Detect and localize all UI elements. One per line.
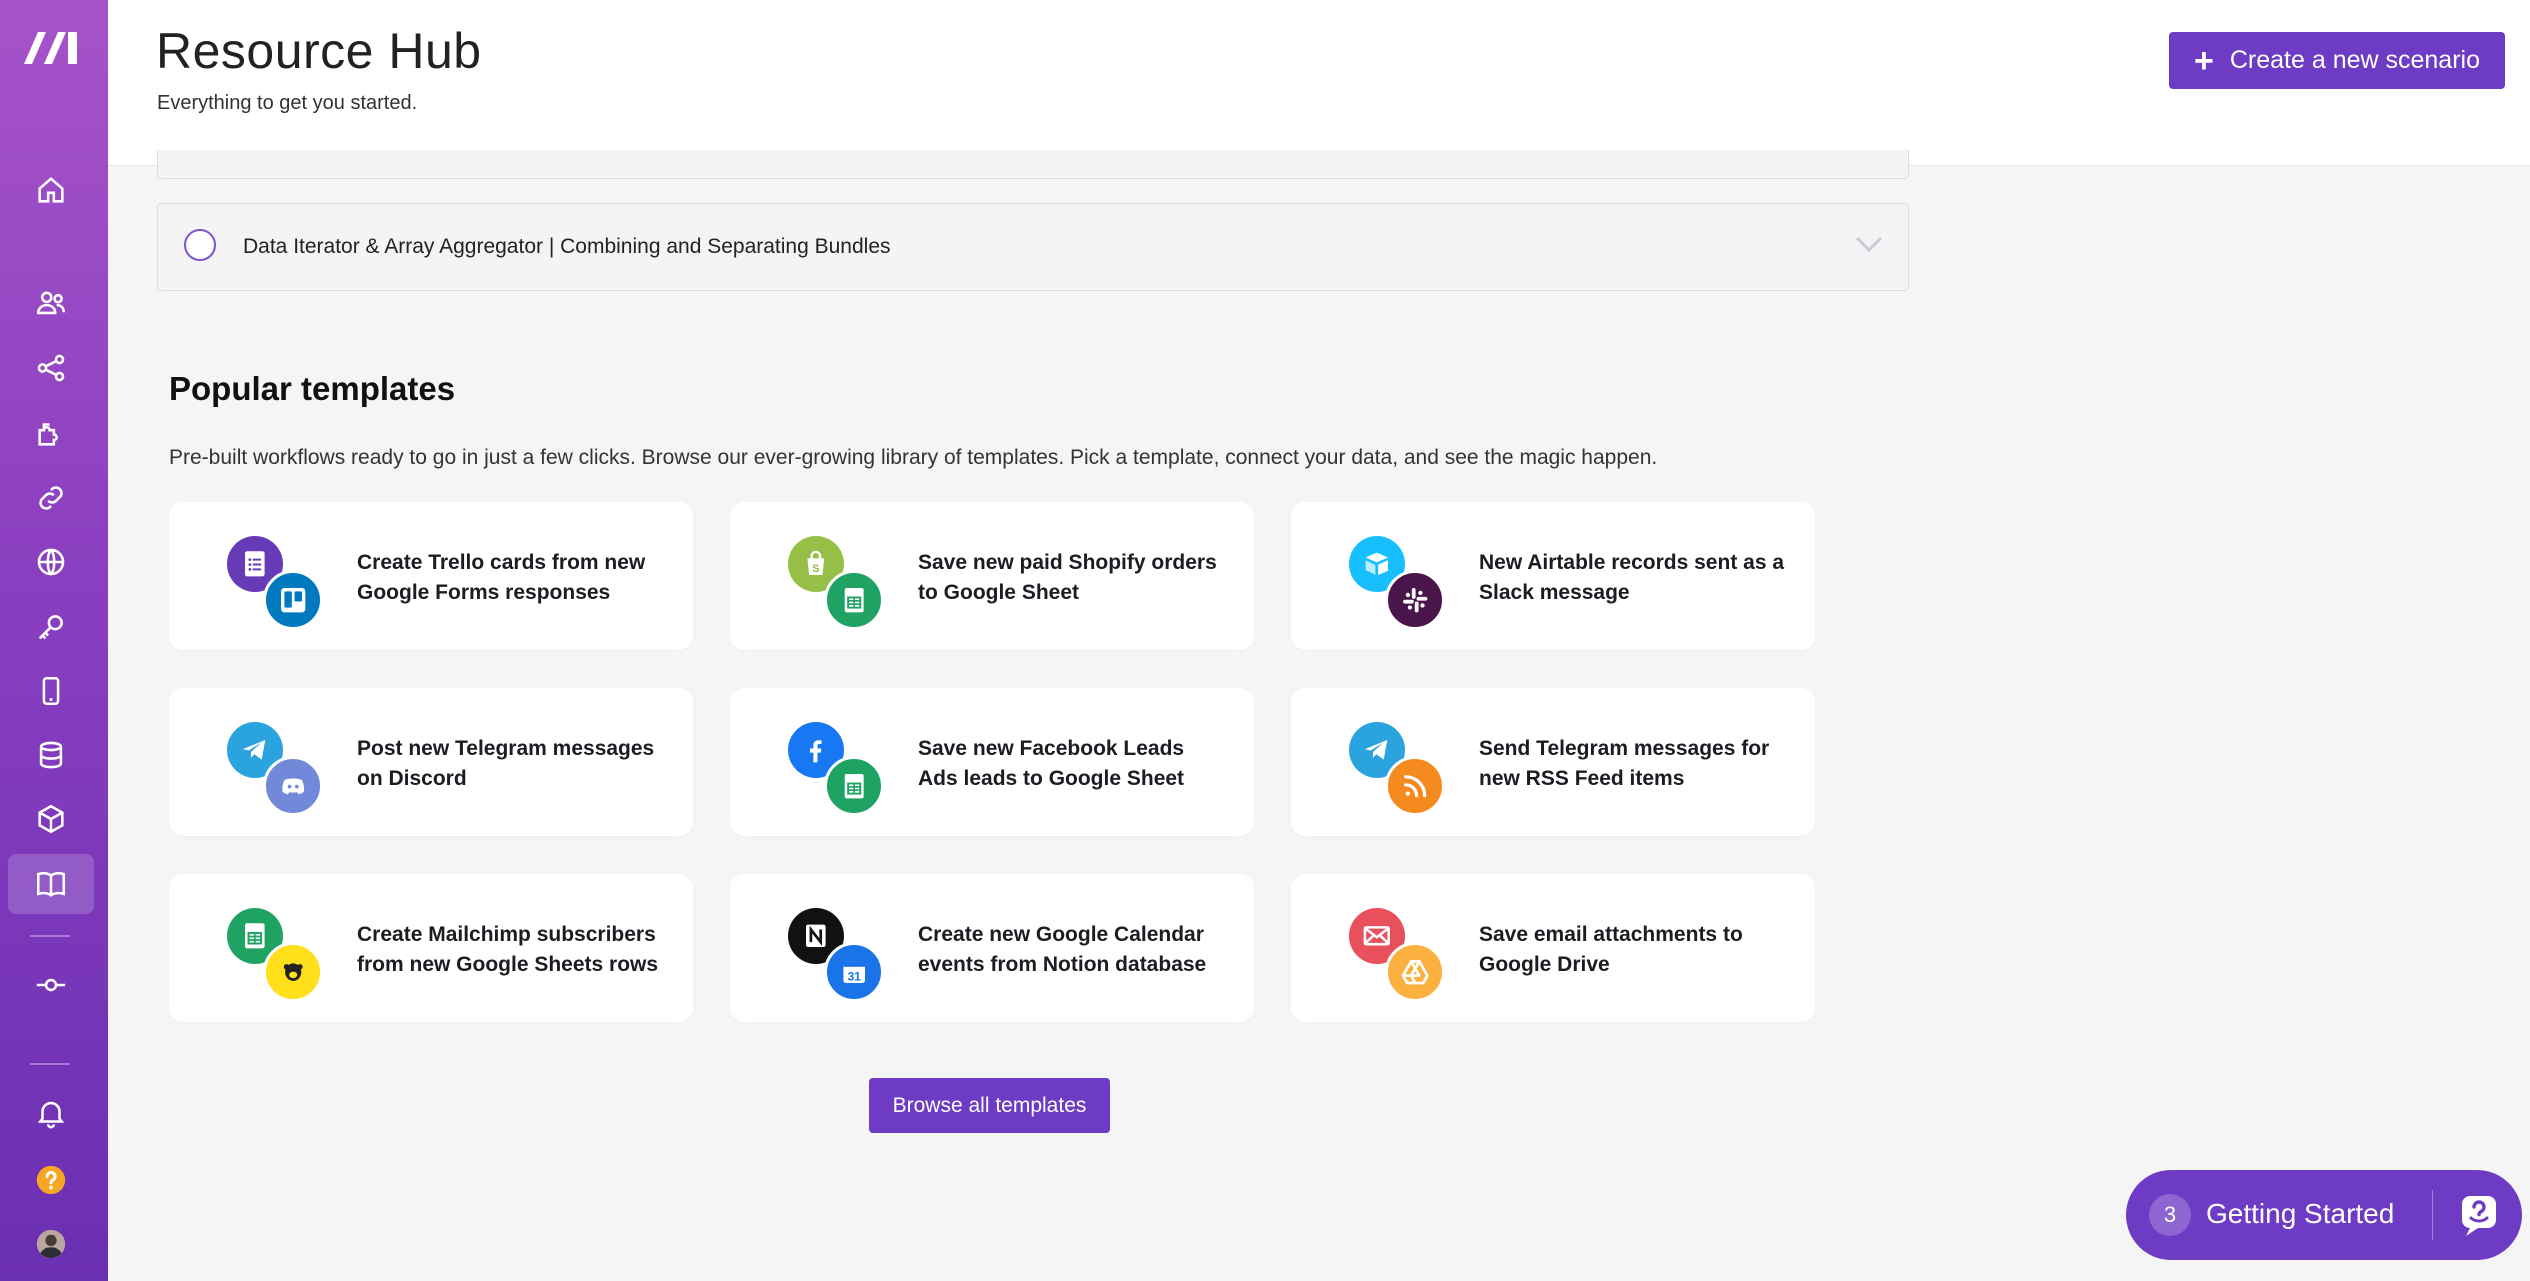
sidebar-item-scenarios[interactable]: [8, 338, 94, 398]
puzzle-icon: [38, 423, 58, 446]
sidebar-item-resource-hub[interactable]: [8, 854, 94, 914]
svg-text:31: 31: [847, 969, 861, 983]
share-icon: [37, 354, 65, 382]
commit-icon: [36, 978, 66, 992]
link-icon: [39, 486, 63, 510]
sidebar-item-team[interactable]: [8, 273, 94, 333]
getting-started-widget[interactable]: 3 Getting Started: [2126, 1170, 2522, 1260]
template-app-icons: [1349, 536, 1449, 630]
sidebar-item-keys[interactable]: [8, 597, 94, 657]
mobile-icon: [42, 676, 60, 706]
cube-icon: [38, 804, 64, 834]
template-card[interactable]: Save email attachments to Google Drive: [1291, 874, 1815, 1022]
template-app-icons: [227, 536, 327, 630]
getting-started-label: Getting Started: [2206, 1198, 2395, 1229]
template-app-icons: [1349, 908, 1449, 1002]
accordion-item[interactable]: Data Iterator & Array Aggregator | Combi…: [157, 203, 1909, 291]
sidebar-item-devices[interactable]: [8, 661, 94, 721]
bell-icon: [37, 1101, 65, 1129]
page-title: Resource Hub: [156, 23, 482, 79]
template-card[interactable]: New Airtable records sent as a Slack mes…: [1291, 502, 1815, 650]
completion-circle-icon[interactable]: [184, 229, 216, 261]
accordion-item-previous[interactable]: [157, 150, 1909, 179]
getting-started-count-badge: 3: [2149, 1194, 2191, 1236]
page-header: Resource Hub Everything to get you start…: [108, 0, 2530, 166]
sidebar-divider: [30, 1063, 70, 1065]
sidebar-item-data-stores[interactable]: [8, 725, 94, 785]
sidebar-item-webhooks[interactable]: [8, 532, 94, 592]
google-sheets-icon: [824, 570, 884, 630]
home-icon: [38, 176, 64, 203]
section-title: Popular templates: [169, 370, 456, 407]
template-card[interactable]: 31 Create new Google Calendar events fro…: [730, 874, 1254, 1022]
sidebar-item-apps[interactable]: [8, 403, 94, 463]
chat-help-icon[interactable]: [2454, 1190, 2504, 1240]
key-icon: [38, 615, 63, 640]
google-drive-icon: [1385, 942, 1445, 1002]
page-subtitle: Everything to get you started.: [157, 92, 418, 114]
discord-icon: [263, 756, 323, 816]
sidebar: [0, 0, 108, 1281]
browse-all-templates-button[interactable]: Browse all templates: [869, 1078, 1110, 1133]
template-card-label: Create new Google Calendar events from N…: [918, 923, 1207, 976]
template-app-icons: 31: [788, 908, 888, 1002]
template-card-label: Save email attachments to Google Drive: [1479, 923, 1743, 976]
template-app-icons: S: [788, 536, 888, 630]
template-card-label: Create Mailchimp subscribers from new Go…: [357, 923, 659, 976]
book-icon: [36, 871, 66, 897]
team-icon: [36, 291, 66, 315]
sidebar-item-flow[interactable]: [8, 955, 94, 1015]
globe-icon: [37, 548, 65, 576]
sidebar-item-help[interactable]: [8, 1150, 94, 1210]
template-card-label: New Airtable records sent as a Slack mes…: [1479, 551, 1785, 604]
make-logo[interactable]: [22, 26, 86, 66]
template-app-icons: [227, 908, 327, 1002]
google-calendar-icon: 31: [824, 942, 884, 1002]
svg-text:S: S: [812, 563, 820, 575]
template-app-icons: [227, 722, 327, 816]
create-scenario-label: Create a new scenario: [2229, 46, 2480, 74]
template-card[interactable]: Save new Facebook Leads Ads leads to Goo…: [730, 688, 1254, 836]
mailchimp-icon: [263, 942, 323, 1002]
plus-icon: +: [2194, 41, 2214, 80]
chevron-down-icon[interactable]: [1852, 232, 1886, 256]
template-card-label: Create Trello cards from new Google Form…: [357, 551, 646, 604]
accordion-item-label: Data Iterator & Array Aggregator | Combi…: [243, 235, 891, 258]
database-icon: [39, 741, 63, 769]
google-sheets-icon: [824, 756, 884, 816]
template-app-icons: [788, 722, 888, 816]
slack-icon: [1385, 570, 1445, 630]
sidebar-item-profile[interactable]: [8, 1214, 94, 1274]
sidebar-item-data-structures[interactable]: [8, 789, 94, 849]
template-card[interactable]: Post new Telegram messages on Discord: [169, 688, 693, 836]
template-card-label: Send Telegram messages for new RSS Feed …: [1479, 737, 1770, 790]
template-card-label: Save new Facebook Leads Ads leads to Goo…: [918, 737, 1185, 790]
template-card-label: Save new paid Shopify orders to Google S…: [918, 551, 1217, 604]
template-card[interactable]: Create Trello cards from new Google Form…: [169, 502, 693, 650]
sidebar-divider: [30, 935, 70, 937]
template-card[interactable]: Create Mailchimp subscribers from new Go…: [169, 874, 693, 1022]
rss-icon: [1385, 756, 1445, 816]
section-description: Pre-built workflows ready to go in just …: [169, 446, 1658, 469]
trello-icon: [263, 570, 323, 630]
help-icon: [36, 1165, 66, 1195]
sidebar-item-notifications[interactable]: [8, 1083, 94, 1143]
create-scenario-button[interactable]: + Create a new scenario: [2169, 32, 2505, 89]
template-card[interactable]: S Save new paid Shopify orders to Google…: [730, 502, 1254, 650]
sidebar-item-home[interactable]: [8, 160, 94, 220]
avatar: [36, 1229, 66, 1259]
template-card[interactable]: Send Telegram messages for new RSS Feed …: [1291, 688, 1815, 836]
template-card-label: Post new Telegram messages on Discord: [357, 737, 655, 790]
getting-started-divider: [2432, 1190, 2433, 1240]
template-app-icons: [1349, 722, 1449, 816]
sidebar-item-connections[interactable]: [8, 468, 94, 528]
